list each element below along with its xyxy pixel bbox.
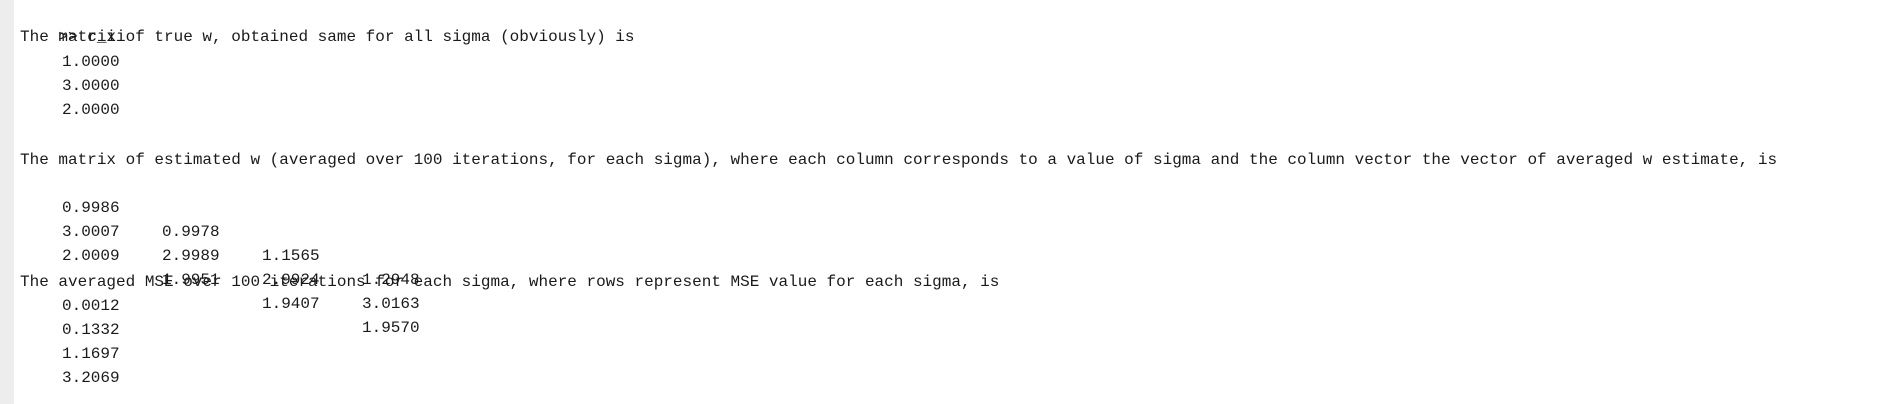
mse-value: 1.1697 — [62, 345, 120, 363]
estimated-w-row: 2.0009 1.9951 1.9407 1.9570 — [14, 220, 514, 337]
true-w-caption: The matrix of true w, obtained same for … — [20, 28, 635, 46]
command-window[interactable]: >> c_ii The matrix of true w, obtained s… — [0, 0, 1903, 404]
true-w-value: 3.0000 — [62, 77, 120, 95]
matrix-cell: 3.0163 — [362, 295, 420, 313]
matrix-cell: 2.9989 — [162, 247, 220, 265]
mse-caption: The averaged MSE over 100 iterations for… — [20, 273, 1000, 291]
matrix-cell: 1.9407 — [262, 295, 320, 313]
command-line: >> c_ii — [20, 1, 125, 46]
matrix-cell: 1.1565 — [262, 247, 320, 265]
estimated-w-caption: The matrix of estimated w (averaged over… — [20, 151, 1778, 169]
mse-value: 0.0012 — [62, 297, 120, 315]
mse-value: 0.1332 — [62, 321, 120, 339]
matrix-cell: 2.0009 — [62, 247, 120, 265]
mse-value: 3.2069 — [62, 369, 120, 387]
matrix-cell: 1.9570 — [362, 319, 420, 337]
true-w-value: 2.0000 — [62, 101, 120, 119]
estimated-w-row: 3.0007 2.9989 2.9924 3.0163 — [14, 196, 514, 313]
estimated-w-row: 0.9986 0.9978 1.1565 1.2948 — [14, 172, 514, 289]
true-w-value: 1.0000 — [62, 53, 120, 71]
